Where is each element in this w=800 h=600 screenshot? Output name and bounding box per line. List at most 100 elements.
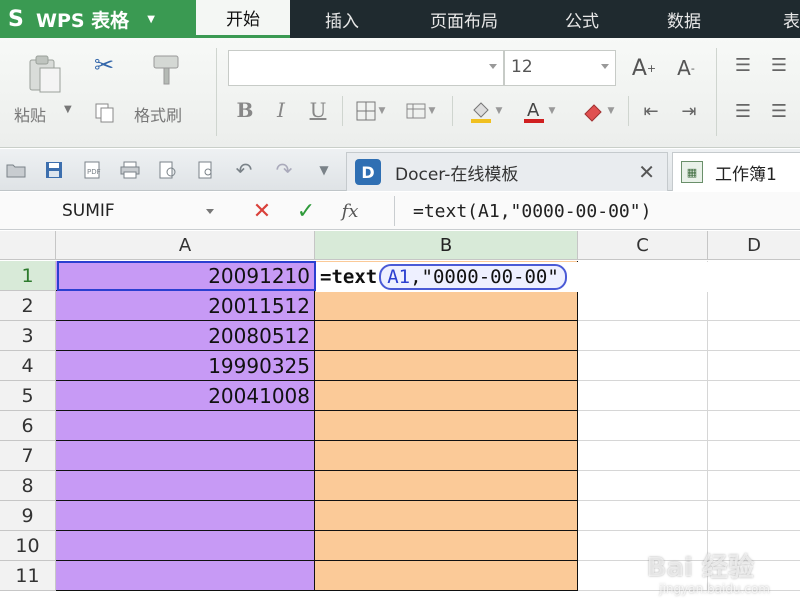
save-icon[interactable] (44, 160, 64, 180)
font-name-select[interactable] (228, 50, 504, 86)
increase-indent-icon[interactable]: ⇥ (674, 96, 704, 126)
cell-c[interactable] (578, 411, 708, 441)
cell-c[interactable] (578, 291, 708, 321)
cell-a[interactable] (56, 471, 315, 501)
column-header-b[interactable]: B (315, 231, 578, 260)
fill-color-icon[interactable]: ▼ (462, 96, 508, 126)
cell-c[interactable] (578, 351, 708, 381)
cell-d[interactable] (708, 441, 800, 471)
cell-b[interactable] (315, 411, 578, 441)
align-center-icon[interactable]: ☰ (764, 96, 794, 126)
cell-a[interactable]: 20080512 (56, 321, 315, 351)
row-header[interactable]: 4 (0, 351, 56, 381)
paste-icon[interactable] (22, 52, 66, 96)
cell-b[interactable] (315, 531, 578, 561)
select-all-corner[interactable] (0, 231, 56, 260)
tab-docer-templates[interactable]: D Docer-在线模板 ✕ (346, 152, 668, 191)
print-preview-icon[interactable] (158, 160, 178, 180)
row-header[interactable]: 5 (0, 381, 56, 411)
name-box[interactable]: SUMIF (4, 196, 222, 226)
tab-insert[interactable]: 插入 (290, 0, 394, 38)
column-header-a[interactable]: A (56, 231, 315, 260)
cell-c[interactable] (578, 321, 708, 351)
cell-d[interactable] (708, 351, 800, 381)
tab-home[interactable]: 开始 (196, 0, 290, 38)
undo-icon[interactable]: ↶ (234, 158, 254, 182)
format-painter-icon[interactable] (144, 50, 188, 90)
underline-button[interactable]: U (304, 96, 332, 124)
cell-a[interactable]: 20011512 (56, 291, 315, 321)
row-header[interactable]: 1 (0, 261, 56, 291)
tab-workbook[interactable]: ▦ 工作簿1 (672, 152, 800, 191)
align-left-icon[interactable]: ☰ (728, 96, 758, 126)
cell-d[interactable] (708, 471, 800, 501)
row-header[interactable]: 3 (0, 321, 56, 351)
row-header[interactable]: 10 (0, 531, 56, 561)
confirm-formula-button[interactable]: ✓ (292, 197, 320, 225)
column-header-d[interactable]: D (708, 231, 800, 260)
cell-c[interactable] (578, 501, 708, 531)
row-header[interactable]: 6 (0, 411, 56, 441)
insert-function-button[interactable]: fx (336, 197, 364, 225)
cell-d[interactable] (708, 381, 800, 411)
bold-button[interactable]: B (232, 96, 258, 124)
cell-b[interactable] (315, 501, 578, 531)
row-header[interactable]: 11 (0, 561, 56, 591)
paste-dropdown-icon[interactable]: ▼ (64, 104, 72, 115)
cell-style-icon[interactable]: ▼ (400, 98, 440, 124)
cell-a[interactable] (56, 411, 315, 441)
align-middle-icon[interactable]: ☰ (764, 52, 794, 78)
cell-c[interactable] (578, 471, 708, 501)
export-pdf-icon[interactable]: PDF (82, 160, 102, 180)
cell-a[interactable]: 20041008 (56, 381, 315, 411)
column-header-c[interactable]: C (578, 231, 708, 260)
paste-label[interactable]: 粘贴 (14, 102, 46, 126)
cut-icon[interactable]: ✂ (88, 50, 120, 80)
cell-b[interactable] (315, 561, 578, 591)
cell-b[interactable] (315, 381, 578, 411)
cell-b[interactable] (315, 351, 578, 381)
redo-icon[interactable]: ↷ (274, 158, 294, 182)
cell-a[interactable] (56, 561, 315, 591)
close-icon[interactable]: ✕ (638, 160, 655, 184)
cell-b[interactable] (315, 291, 578, 321)
row-header[interactable]: 2 (0, 291, 56, 321)
font-color-icon[interactable]: A ▼ (516, 96, 560, 126)
cell-b[interactable] (315, 441, 578, 471)
cell-d[interactable] (708, 291, 800, 321)
formula-input[interactable]: =text(A1,"0000-00-00") (394, 196, 800, 226)
row-header[interactable]: 8 (0, 471, 56, 501)
borders-icon[interactable]: ▼ (350, 98, 390, 124)
tab-page-layout[interactable]: 页面布局 (394, 0, 534, 38)
cell-a[interactable] (56, 531, 315, 561)
cell-d[interactable] (708, 411, 800, 441)
cell-a[interactable]: 19990325 (56, 351, 315, 381)
cell-a[interactable] (56, 441, 315, 471)
align-top-icon[interactable]: ☰ (728, 52, 758, 78)
preview-icon[interactable] (196, 160, 216, 180)
cell-d[interactable] (708, 501, 800, 531)
cell-b[interactable] (315, 471, 578, 501)
italic-button[interactable]: I (268, 96, 294, 124)
cell-a[interactable] (56, 501, 315, 531)
cell-b1-editor[interactable]: =text A1 ,"0000-00-00" (316, 262, 800, 292)
font-size-select[interactable]: 12 (504, 50, 616, 86)
print-icon[interactable] (120, 160, 140, 180)
row-header[interactable]: 9 (0, 501, 56, 531)
cancel-formula-button[interactable]: ✕ (248, 197, 276, 225)
cell-d[interactable] (708, 321, 800, 351)
cell-c[interactable] (578, 381, 708, 411)
open-folder-icon[interactable] (6, 160, 26, 180)
increase-font-icon[interactable]: A + (628, 52, 660, 84)
tab-formulas[interactable]: 公式 (534, 0, 630, 38)
customize-toolbar-icon[interactable]: ▼ (314, 160, 334, 180)
app-menu-button[interactable]: S WPS 表格 ▼ (0, 0, 196, 38)
cell-a[interactable]: 20091210 (56, 261, 315, 291)
tab-table[interactable]: 表 (738, 0, 800, 38)
tab-data[interactable]: 数据 (630, 0, 738, 38)
cell-b[interactable] (315, 321, 578, 351)
row-header[interactable]: 7 (0, 441, 56, 471)
decrease-indent-icon[interactable]: ⇤ (636, 96, 666, 126)
copy-icon[interactable] (90, 98, 120, 128)
clear-format-icon[interactable]: ▼ (572, 96, 622, 126)
